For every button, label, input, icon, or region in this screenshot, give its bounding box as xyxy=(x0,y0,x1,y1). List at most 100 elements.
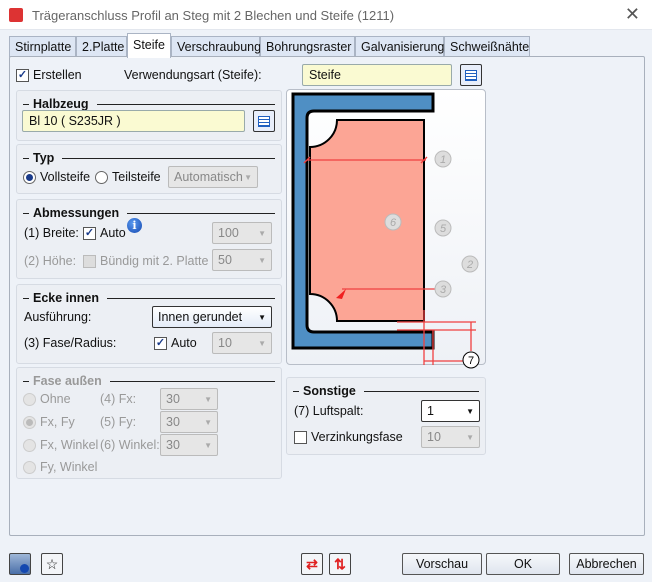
svg-text:2: 2 xyxy=(466,259,473,271)
usage-label: Verwendungsart (Steife): xyxy=(124,68,262,82)
tab-schweissnaehte[interactable]: Schweißnähte xyxy=(444,36,530,57)
svg-text:6: 6 xyxy=(390,217,397,229)
radius-auto-checkbox[interactable]: ✓ Auto xyxy=(154,336,197,350)
fx-select[interactable]: 30 ▼ xyxy=(160,388,218,410)
chevron-down-icon: ▼ xyxy=(204,417,212,427)
radius-select[interactable]: 10 ▼ xyxy=(212,332,272,354)
auto-label: Auto xyxy=(171,336,197,350)
tab-bohrungsraster[interactable]: Bohrungsraster xyxy=(260,36,355,57)
luftspalt-label: (7) Luftspalt: xyxy=(294,404,364,418)
select-value: Innen gerundet xyxy=(158,310,243,324)
radio-label: Ohne xyxy=(40,392,71,406)
window-title: Trägeranschluss Profil an Steg mit 2 Ble… xyxy=(32,8,395,23)
radio-fx-winkel[interactable]: Fx, Winkel xyxy=(23,438,98,452)
radio-fx-fy[interactable]: Fx, Fy xyxy=(23,415,75,429)
ok-button[interactable]: OK xyxy=(486,553,560,575)
fx-label: (4) Fx: xyxy=(100,392,137,406)
swap-horizontal-icon: ⇄ xyxy=(306,555,318,572)
breite-auto-checkbox[interactable]: ✓ Auto xyxy=(83,226,126,240)
library-icon xyxy=(465,69,477,81)
chevron-down-icon: ▼ xyxy=(204,440,212,450)
star-icon: ☆ xyxy=(45,555,59,572)
tab-galvanisierung[interactable]: Galvanisierung xyxy=(355,36,444,57)
tab-2-platte[interactable]: 2.Platte xyxy=(76,36,127,57)
tab-stirnplatte[interactable]: Stirnplatte xyxy=(9,36,76,57)
steife-diagram: 1 6 5 2 3 7 xyxy=(291,92,480,369)
beam-info-icon xyxy=(19,563,29,573)
select-value: 1 xyxy=(427,404,434,418)
winkel-select[interactable]: 30 ▼ xyxy=(160,434,218,456)
preview-button[interactable]: Vorschau xyxy=(402,553,482,575)
radio-label: Teilsteife xyxy=(112,170,161,184)
verzinkung-select[interactable]: 10 ▼ xyxy=(421,426,480,448)
label-1: 1 xyxy=(434,150,452,168)
halbzeug-input[interactable]: Bl 10 ( S235JR ) xyxy=(22,110,245,132)
hoehe-label: (2) Höhe: xyxy=(24,254,77,268)
ausfuehrung-select[interactable]: Innen gerundet ▼ xyxy=(152,306,272,328)
verzinkung-checkbox[interactable]: Verzinkungsfase xyxy=(294,430,403,444)
favorite-button[interactable]: ☆ xyxy=(41,553,63,575)
breite-select[interactable]: 100 ▼ xyxy=(212,222,272,244)
chevron-down-icon: ▼ xyxy=(244,172,252,182)
auto-label: Auto xyxy=(100,226,126,240)
select-value: 30 xyxy=(166,392,180,406)
tab-verschraubung[interactable]: Verschraubung xyxy=(171,36,261,57)
radio-fy-winkel[interactable]: Fy, Winkel xyxy=(23,460,97,474)
svg-text:7: 7 xyxy=(468,355,474,367)
label-7: 7 xyxy=(462,351,480,369)
breite-label: (1) Breite: xyxy=(24,226,79,240)
swap-horizontal-button[interactable]: ⇄ xyxy=(301,553,323,575)
checkbox[interactable]: ✓ xyxy=(16,68,29,82)
group-title: Fase außen xyxy=(33,374,102,388)
chevron-down-icon: ▼ xyxy=(258,255,266,265)
swap-vertical-icon: ⇅ xyxy=(334,555,346,572)
app-icon xyxy=(9,8,23,22)
fy-label: (5) Fy: xyxy=(100,415,137,429)
select-value: Automatisch xyxy=(174,170,243,184)
usage-input[interactable]: Steife xyxy=(302,64,452,86)
ausfuehrung-label: Ausführung: xyxy=(24,310,92,324)
group-title: Abmessungen xyxy=(33,206,120,220)
buendig-checkbox[interactable]: Bündig mit 2. Platte xyxy=(83,254,208,268)
radio-label: Fy, Winkel xyxy=(40,460,98,474)
fy-select[interactable]: 30 ▼ xyxy=(160,411,218,433)
select-value: 10 xyxy=(427,430,441,444)
buendig-label: Bündig mit 2. Platte xyxy=(100,254,209,268)
svg-text:5: 5 xyxy=(440,223,447,235)
label-2: 2 xyxy=(461,255,479,273)
chevron-down-icon: ▼ xyxy=(258,228,266,238)
radio-vollsteife[interactable]: Vollsteife xyxy=(23,170,90,184)
hoehe-select[interactable]: 50 ▼ xyxy=(212,249,272,271)
select-value: 30 xyxy=(166,415,180,429)
radio-teilsteife[interactable]: Teilsteife xyxy=(95,170,161,184)
label-6: 6 xyxy=(384,213,402,231)
stiffener-plate xyxy=(309,119,425,322)
group-title: Typ xyxy=(33,151,55,165)
radio-label: Vollsteife xyxy=(40,170,91,184)
cancel-button[interactable]: Abbrechen xyxy=(569,553,644,575)
luftspalt-select[interactable]: 1 ▼ xyxy=(421,400,480,422)
label-5: 5 xyxy=(434,219,452,237)
library-icon xyxy=(258,115,270,127)
group-title: Ecke innen xyxy=(33,291,99,305)
select-value: 100 xyxy=(218,226,239,240)
info-icon[interactable]: i xyxy=(127,218,142,233)
chevron-down-icon: ▼ xyxy=(258,312,266,322)
halbzeug-library-button[interactable] xyxy=(253,110,275,132)
swap-vertical-button[interactable]: ⇅ xyxy=(329,553,351,575)
close-icon[interactable]: ✕ xyxy=(625,4,640,25)
select-value: 10 xyxy=(218,336,232,350)
beam-info-button[interactable] xyxy=(9,553,31,575)
svg-text:3: 3 xyxy=(440,284,447,296)
create-checkbox[interactable]: ✓ Erstellen xyxy=(16,68,82,82)
mode-select[interactable]: Automatisch ▼ xyxy=(168,166,258,188)
radio-ohne[interactable]: Ohne xyxy=(23,392,71,406)
chevron-down-icon: ▼ xyxy=(466,432,474,442)
radio-label: Fx, Winkel xyxy=(40,438,99,452)
chevron-down-icon: ▼ xyxy=(466,406,474,416)
select-value: 50 xyxy=(218,253,232,267)
tab-steife[interactable]: Steife xyxy=(127,33,171,58)
chevron-down-icon: ▼ xyxy=(204,394,212,404)
library-button[interactable] xyxy=(460,64,482,86)
chevron-down-icon: ▼ xyxy=(258,338,266,348)
